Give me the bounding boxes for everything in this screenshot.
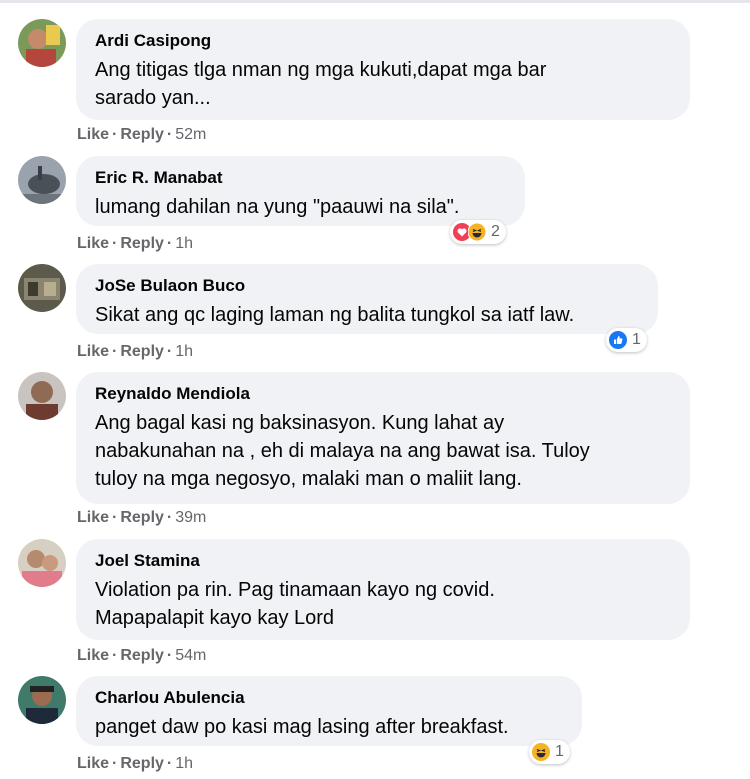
reply-button[interactable]: Reply — [120, 235, 164, 252]
comment-bubble: JoSe Bulaon Buco Sikat ang qc laging lam… — [76, 264, 658, 334]
comment-actions: Like · Reply · 1h — [77, 235, 194, 252]
comment-text: Violation pa rin. Pag tinamaan kayo ng c… — [95, 576, 672, 632]
reaction-count: 1 — [555, 743, 564, 760]
comment-line: tuloy na mga negosyo, malaki man o malii… — [95, 468, 522, 490]
reaction-count: 2 — [491, 223, 500, 240]
like-button[interactable]: Like — [77, 343, 109, 360]
avatar[interactable] — [18, 156, 66, 204]
avatar[interactable] — [18, 19, 66, 67]
comment-bubble: Ardi Casipong Ang titigas tlga nman ng m… — [76, 19, 690, 120]
reply-button[interactable]: Reply — [120, 509, 164, 526]
like-button[interactable]: Like — [77, 126, 109, 143]
like-icon — [609, 331, 627, 349]
avatar[interactable] — [18, 676, 66, 724]
comment-bubble: Charlou Abulencia panget daw po kasi mag… — [76, 676, 582, 746]
comment-actions: Like · Reply · 54m — [77, 647, 207, 664]
comment-line: lumang dahilan na yung "paauwi na sila". — [95, 196, 460, 218]
comment-line: Ang titigas tlga nman ng mga kukuti,dapa… — [95, 59, 547, 81]
like-button[interactable]: Like — [77, 647, 109, 664]
comment-line: Ang bagal kasi ng baksinasyon. Kung laha… — [95, 412, 505, 434]
avatar[interactable] — [18, 539, 66, 587]
avatar[interactable] — [18, 264, 66, 312]
comment-actions: Like · Reply · 39m — [77, 509, 207, 526]
comment-time[interactable]: 52m — [175, 126, 206, 143]
like-button[interactable]: Like — [77, 509, 109, 526]
reply-button[interactable]: Reply — [120, 126, 164, 143]
reply-button[interactable]: Reply — [120, 343, 164, 360]
comment-author[interactable]: Joel Stamina — [95, 551, 672, 571]
reply-button[interactable]: Reply — [120, 755, 164, 772]
like-button[interactable]: Like — [77, 235, 109, 252]
comment-bubble: Eric R. Manabat lumang dahilan na yung "… — [76, 156, 525, 226]
comment-time[interactable]: 1h — [175, 235, 193, 252]
comment-author[interactable]: Reynaldo Mendiola — [95, 384, 672, 404]
like-button[interactable]: Like — [77, 755, 109, 772]
comment-text: panget daw po kasi mag lasing after brea… — [95, 713, 564, 741]
comment-actions: Like · Reply · 1h — [77, 755, 194, 772]
comment-line: panget daw po kasi mag lasing after brea… — [95, 716, 509, 738]
comment-bubble: Reynaldo Mendiola Ang bagal kasi ng baks… — [76, 372, 690, 504]
comment-line: Violation pa rin. Pag tinamaan kayo ng c… — [95, 579, 495, 601]
comment-time[interactable]: 1h — [175, 755, 193, 772]
reactions-summary[interactable]: 1 — [606, 328, 647, 352]
comment-line: Sikat ang qc laging laman ng balita tung… — [95, 304, 575, 326]
comment-line: sarado yan... — [95, 87, 211, 109]
comment-author[interactable]: Charlou Abulencia — [95, 688, 564, 708]
reply-button[interactable]: Reply — [120, 647, 164, 664]
comment-line: nabakunahan na , eh di malaya na ang baw… — [95, 440, 590, 462]
comment-time[interactable]: 54m — [175, 647, 206, 664]
comment-actions: Like · Reply · 52m — [77, 126, 207, 143]
haha-icon — [468, 223, 486, 241]
comment-author[interactable]: Ardi Casipong — [95, 31, 672, 51]
comment-text: Ang titigas tlga nman ng mga kukuti,dapa… — [95, 56, 672, 112]
comment-text: Sikat ang qc laging laman ng balita tung… — [95, 301, 640, 329]
comment-author[interactable]: Eric R. Manabat — [95, 168, 507, 188]
comment-line: Mapapalapit kayo kay Lord — [95, 607, 335, 629]
reactions-summary[interactable]: 1 — [529, 740, 570, 764]
top-divider — [0, 0, 750, 3]
comment-time[interactable]: 1h — [175, 343, 193, 360]
reactions-summary[interactable]: 2 — [450, 220, 506, 244]
comment-text: lumang dahilan na yung "paauwi na sila". — [95, 193, 507, 221]
comment-actions: Like · Reply · 1h — [77, 343, 194, 360]
avatar[interactable] — [18, 372, 66, 420]
haha-icon — [532, 743, 550, 761]
comment-author[interactable]: JoSe Bulaon Buco — [95, 276, 640, 296]
reaction-count: 1 — [632, 331, 641, 348]
comment-text: Ang bagal kasi ng baksinasyon. Kung laha… — [95, 409, 672, 493]
comment-time[interactable]: 39m — [175, 509, 206, 526]
comment-bubble: Joel Stamina Violation pa rin. Pag tinam… — [76, 539, 690, 640]
